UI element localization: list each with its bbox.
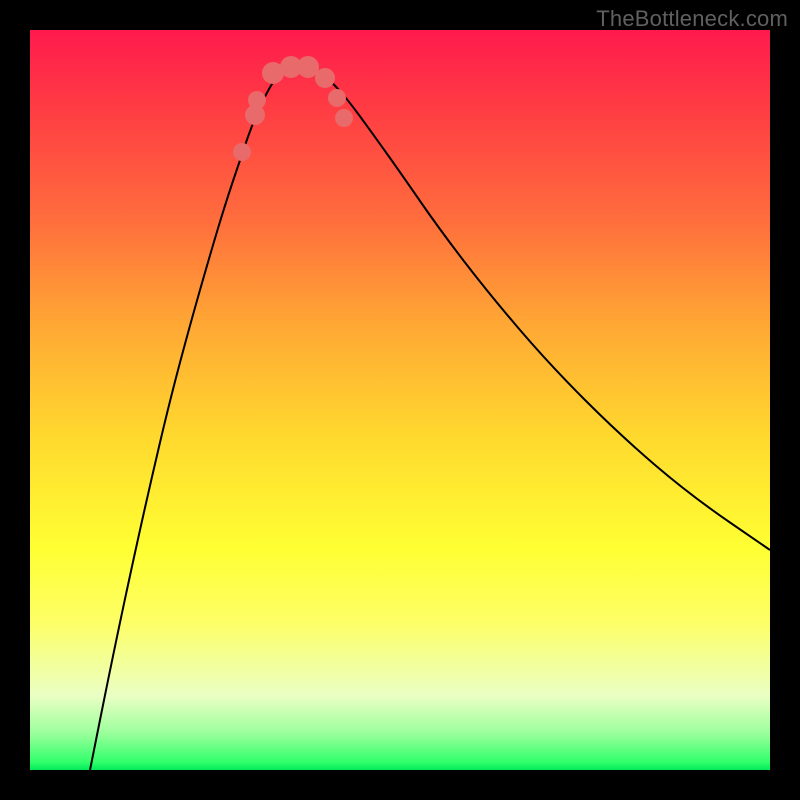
chart-frame: [30, 30, 770, 770]
marker-group: [233, 56, 353, 161]
watermark-text: TheBottleneck.com: [596, 6, 788, 32]
marker-point: [233, 143, 251, 161]
marker-point: [335, 109, 353, 127]
marker-point: [328, 89, 346, 107]
right-curve: [300, 67, 770, 550]
left-curve: [90, 67, 300, 770]
marker-point: [248, 91, 266, 109]
marker-point: [315, 68, 335, 88]
chart-svg: [30, 30, 770, 770]
